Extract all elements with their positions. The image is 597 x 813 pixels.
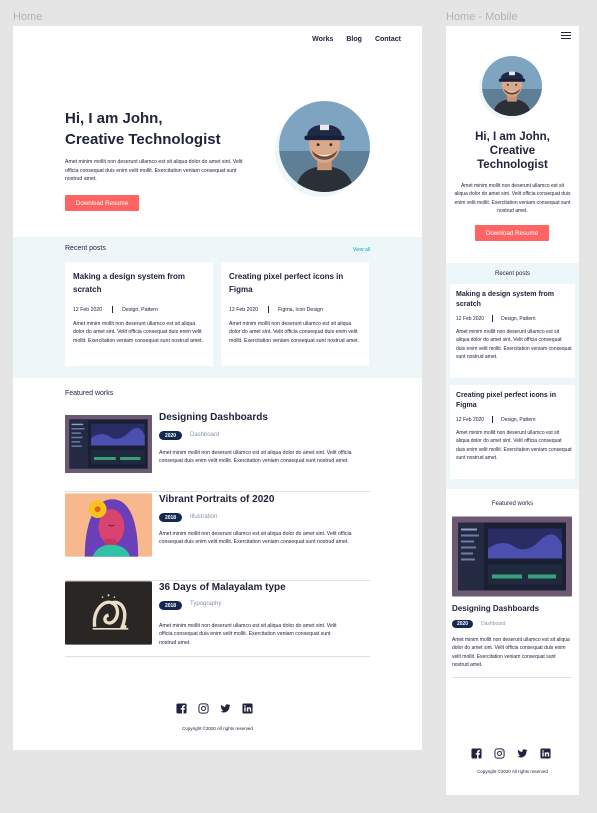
portrait-image — [65, 493, 152, 557]
hero-title: Hi, I am John, Creative Technologist — [446, 130, 579, 173]
post-card[interactable]: Making a design system from scratch 12 F… — [65, 262, 213, 366]
meta-divider — [492, 315, 494, 322]
post-excerpt: Amet minim mollit non deserunt ullamco e… — [456, 329, 572, 360]
work-thumbnail[interactable] — [65, 412, 152, 476]
work-category: Dashboard — [190, 432, 220, 438]
work-title[interactable]: Designing Dashboards — [452, 604, 539, 613]
post-tags: Design, Pattern — [501, 416, 536, 423]
year-badge: 2018 — [159, 513, 182, 522]
work-thumbnail[interactable] — [65, 493, 152, 557]
work-category: Dashboard — [481, 621, 506, 627]
post-tags: Figma, Icon Design — [278, 306, 323, 313]
post-title[interactable]: Creating pixel perfect icons in Figma — [229, 270, 364, 296]
linkedin-icon[interactable] — [242, 703, 253, 714]
twitter-icon[interactable] — [220, 703, 231, 714]
mobile-frame: Hi, I am John, Creative Technologist Ame… — [446, 26, 579, 795]
avatar-image — [279, 101, 370, 192]
facebook-icon[interactable] — [176, 703, 187, 714]
meta-divider — [112, 306, 114, 313]
post-card[interactable]: Creating pixel perfect icons in Figma 12… — [450, 385, 575, 479]
post-excerpt: Amet minim mollit non deserunt ullamco e… — [456, 430, 572, 461]
work-description: Amet minim mollit non deserunt ullamco e… — [159, 531, 352, 546]
recent-posts-title: Recent posts — [494, 271, 531, 277]
post-title[interactable]: Making a design system from scratch — [73, 270, 208, 296]
featured-works-title: Featured works — [65, 390, 114, 397]
menu-icon[interactable] — [561, 32, 571, 39]
recent-posts-title: Recent posts — [65, 245, 106, 252]
download-resume-button[interactable]: Download Resume — [65, 195, 139, 211]
work-description: Amet minim mollit non deserunt ullamco e… — [452, 637, 570, 668]
instagram-icon[interactable] — [494, 748, 505, 759]
social-links — [471, 748, 551, 759]
work-category: Illustration — [190, 514, 218, 520]
hero-title: Hi, I am John, Creative Technologist — [65, 108, 265, 150]
post-card[interactable]: Creating pixel perfect icons in Figma 12… — [221, 262, 369, 366]
post-tags: Design, Pattern — [122, 306, 158, 313]
mobile-frame-label: Home - Mobile — [446, 11, 518, 23]
post-meta: 12 Feb 2020 Figma, Icon Design — [229, 306, 323, 313]
copyright: Copyright ©2020 All rights reserved — [182, 726, 253, 731]
work-item[interactable]: Vibrant Portraits of 2020 2018 Illustrat… — [65, 493, 370, 581]
view-all-link[interactable]: View all — [353, 247, 370, 253]
work-title[interactable]: Vibrant Portraits of 2020 — [159, 494, 274, 505]
avatar — [279, 101, 370, 192]
download-resume-button[interactable]: Download Resume — [475, 225, 549, 241]
year-badge: 2020 — [452, 620, 473, 628]
post-meta: 12 Feb 2020 Design, Pattern — [73, 306, 158, 313]
meta-divider — [492, 416, 494, 423]
post-date: 12 Feb 2020 — [73, 306, 103, 313]
hero-title-line2: Creative — [489, 145, 536, 158]
instagram-icon[interactable] — [198, 703, 209, 714]
typography-image — [65, 581, 152, 645]
twitter-icon[interactable] — [517, 748, 528, 759]
post-date: 12 Feb 2020 — [229, 306, 259, 313]
post-title[interactable]: Making a design system from scratch — [456, 290, 571, 310]
year-badge: 2020 — [159, 431, 182, 440]
dashboard-image — [65, 412, 152, 476]
recent-posts-section: Recent posts Making a design system from… — [446, 263, 579, 489]
year-badge: 2018 — [159, 601, 182, 610]
work-description: Amet minim mollit non deserunt ullamco e… — [159, 450, 352, 465]
hero-title-line1: Hi, I am John, — [65, 110, 163, 127]
work-item[interactable]: Designing Dashboards 2020 Dashboard Amet… — [65, 412, 370, 492]
work-description: Amet minim mollit non deserunt ullamco e… — [159, 623, 337, 646]
avatar — [482, 56, 542, 116]
meta-divider — [268, 306, 270, 313]
nav-works[interactable]: Works — [312, 36, 333, 43]
dashboard-image — [452, 516, 572, 597]
work-category: Typography — [190, 601, 222, 607]
hero-title-line3: Technologist — [477, 159, 548, 172]
post-meta: 12 Feb 2020 Design, Pattern — [456, 315, 536, 322]
hero-title-line2: Creative Technologist — [65, 131, 221, 148]
post-tags: Design, Pattern — [501, 315, 536, 322]
facebook-icon[interactable] — [471, 748, 482, 759]
post-card[interactable]: Making a design system from scratch 12 F… — [450, 284, 575, 378]
nav-contact[interactable]: Contact — [375, 36, 401, 43]
avatar-image — [482, 56, 542, 116]
work-item[interactable]: 36 Days of Malayalam type 2018 Typograph… — [65, 581, 370, 657]
top-nav: Works Blog Contact — [312, 36, 401, 43]
work-title[interactable]: Designing Dashboards — [159, 412, 268, 423]
post-title[interactable]: Creating pixel perfect icons in Figma — [456, 391, 571, 411]
featured-works-title: Featured works — [491, 501, 534, 507]
post-excerpt: Amet minim mollit non deserunt ullamco e… — [229, 321, 360, 344]
linkedin-icon[interactable] — [540, 748, 551, 759]
post-excerpt: Amet minim mollit non deserunt ullamco e… — [73, 321, 204, 344]
desktop-frame-label: Home — [13, 11, 43, 23]
work-title[interactable]: 36 Days of Malayalam type — [159, 582, 286, 593]
post-meta: 12 Feb 2020 Design, Pattern — [456, 416, 536, 423]
social-links — [176, 703, 253, 714]
post-date: 12 Feb 2020 — [456, 416, 485, 423]
work-item[interactable]: Designing Dashboards 2020 Dashboard Amet… — [452, 516, 572, 678]
post-date: 12 Feb 2020 — [456, 315, 485, 322]
recent-posts-section: Recent posts View all Making a design sy… — [13, 237, 422, 378]
hero-title-line1: Hi, I am John, — [475, 131, 550, 143]
copyright: Copyright ©2020 All rights reserved — [477, 769, 548, 774]
desktop-frame: Works Blog Contact Hi, I am John, Creati… — [13, 26, 422, 750]
hero-description: Amet minim mollit non deserunt ullamco e… — [454, 183, 571, 215]
work-thumbnail[interactable] — [452, 516, 572, 597]
work-thumbnail[interactable] — [65, 581, 152, 645]
hero-description: Amet minim mollit non deserunt ullamco e… — [65, 159, 243, 182]
nav-blog[interactable]: Blog — [346, 36, 362, 43]
